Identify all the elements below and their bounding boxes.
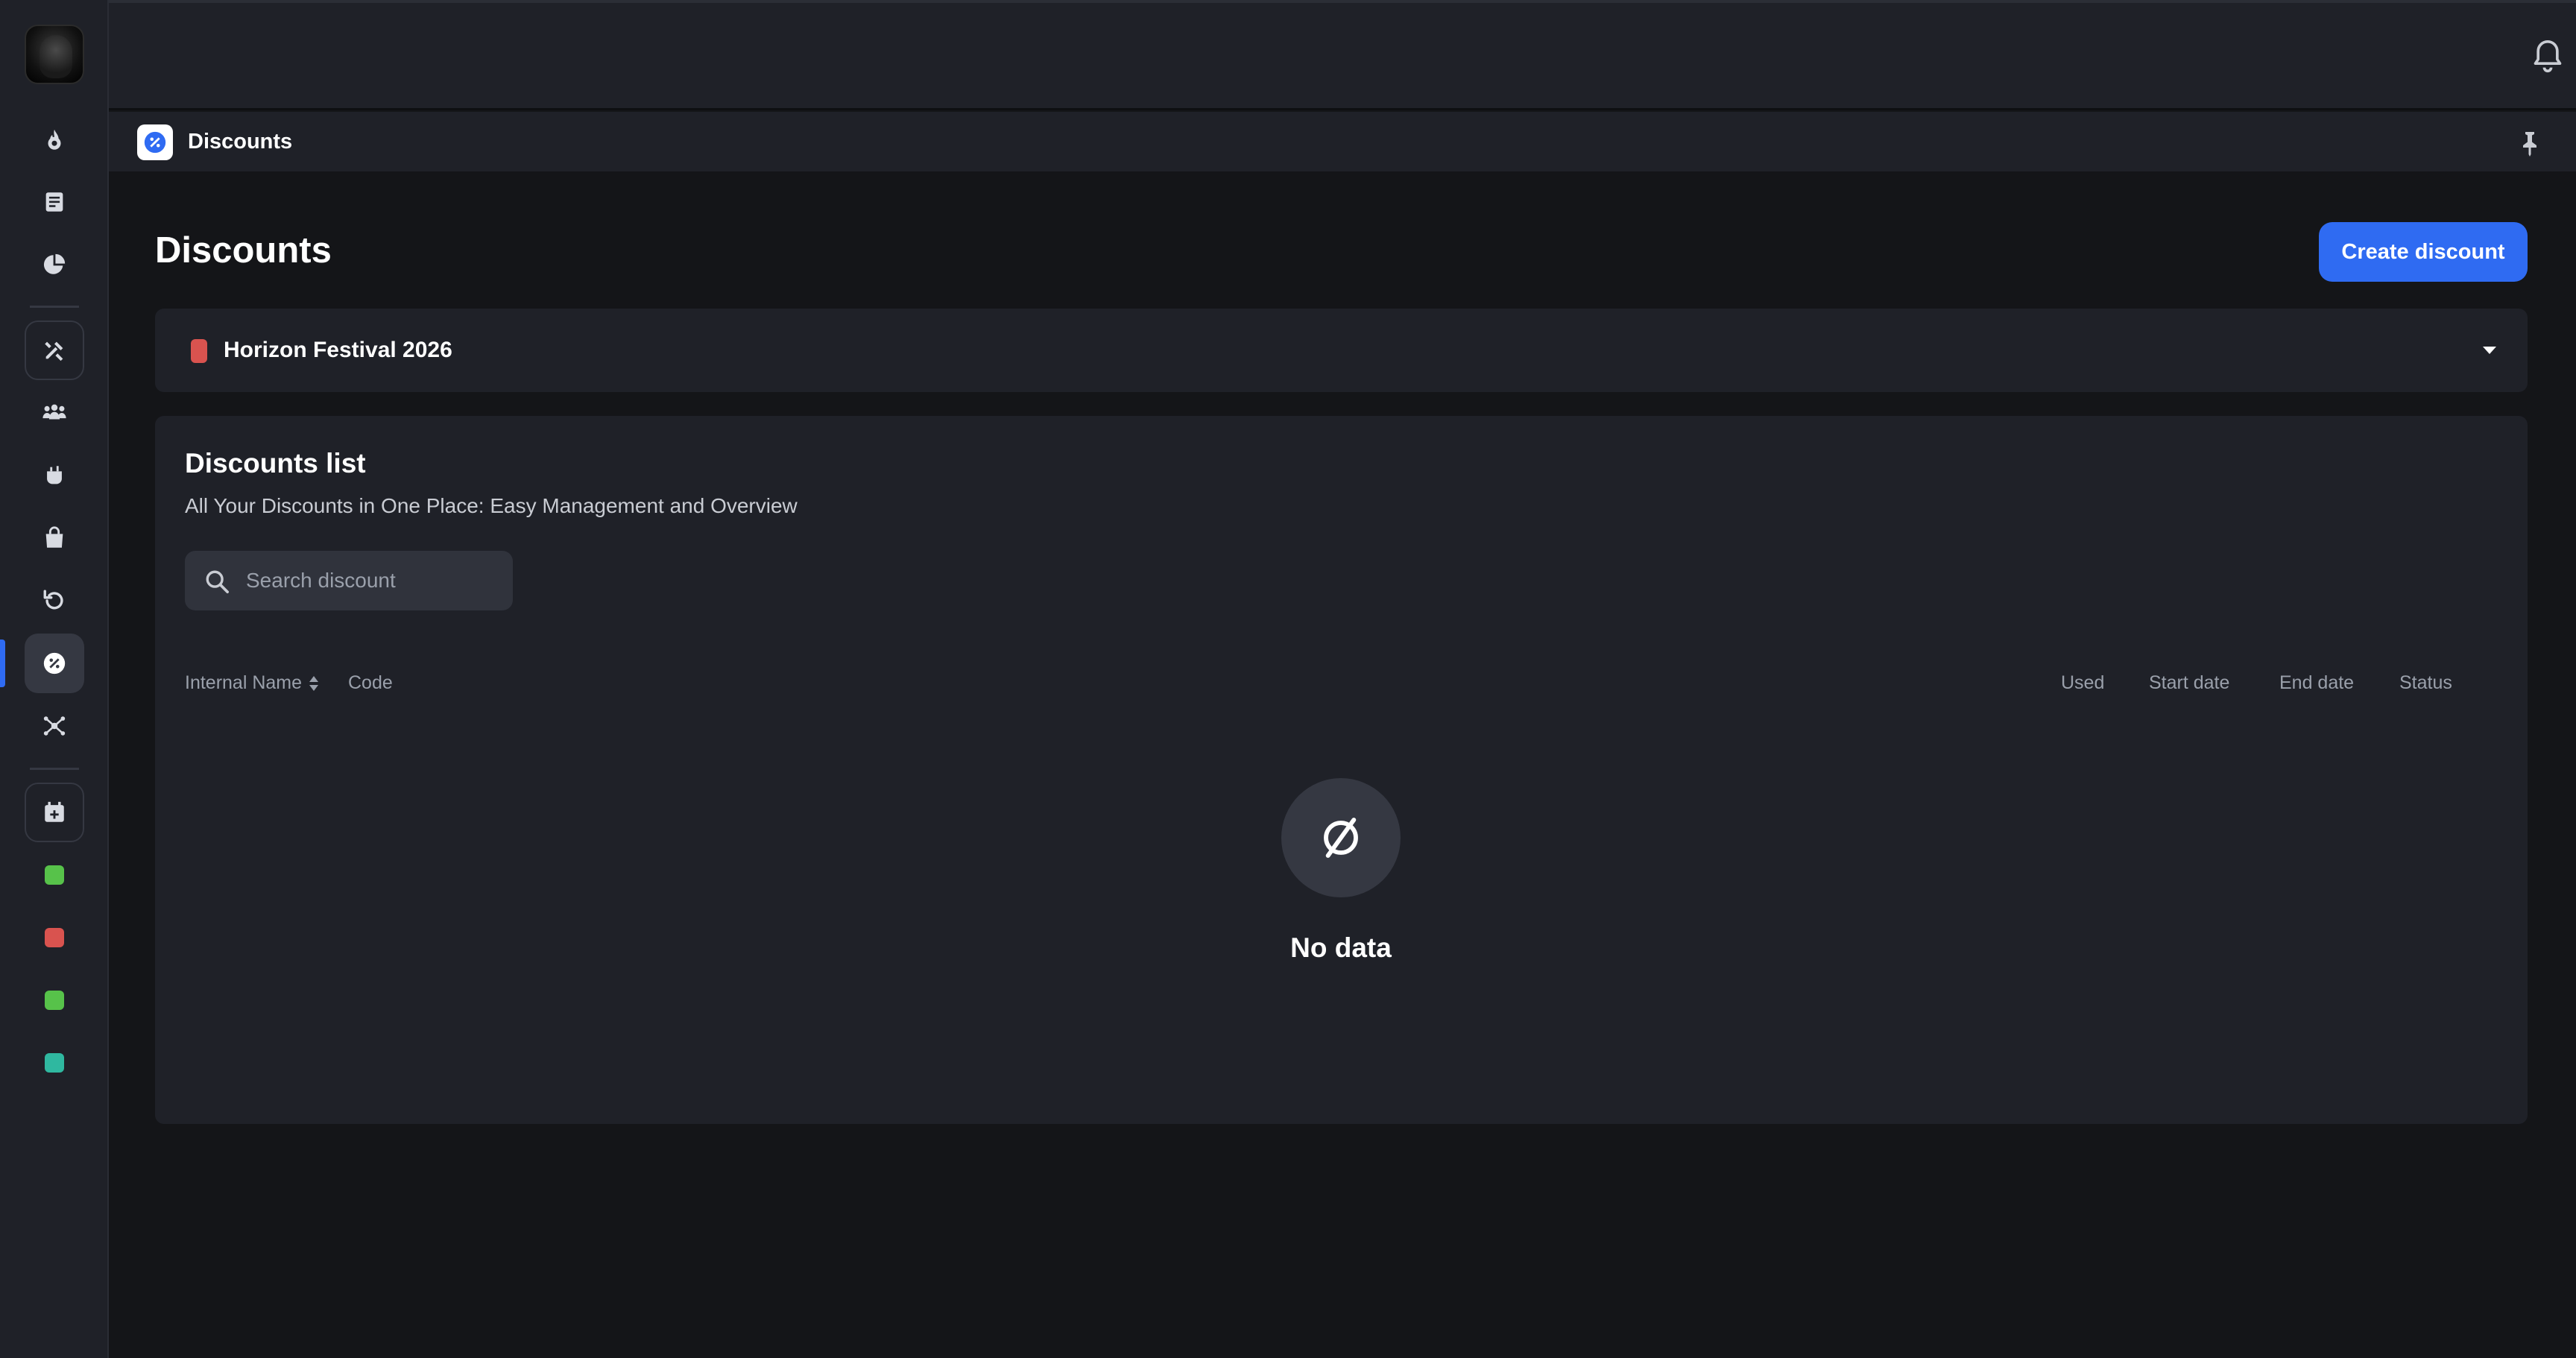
app-logo[interactable] [25, 25, 84, 84]
sidebar-item-refunds[interactable] [25, 571, 84, 631]
event-color-swatch [191, 339, 207, 363]
sidebar-item-discounts[interactable] [25, 634, 84, 693]
sidebar-divider [30, 306, 79, 308]
undo-icon [43, 590, 63, 610]
cocktail-icon [47, 466, 62, 484]
pin-icon[interactable] [2516, 128, 2543, 158]
active-indicator [0, 639, 5, 687]
pie-chart-icon [43, 253, 66, 274]
flame-icon [48, 129, 61, 150]
event-select[interactable]: Horizon Festival 2026 [155, 309, 2528, 392]
network-icon [43, 716, 66, 736]
event-color-dot [45, 928, 64, 947]
column-header-status: Status [2399, 672, 2452, 693]
empty-state-text: No data [1290, 932, 1392, 963]
event-select-value: Horizon Festival 2026 [224, 338, 452, 362]
sidebar-item-orders[interactable] [25, 172, 84, 232]
calendar-add-icon [45, 801, 64, 822]
event-color-dot [45, 1053, 64, 1073]
search-input[interactable] [244, 551, 498, 610]
sidebar-item-shop[interactable] [25, 508, 84, 568]
discounts-list-panel: Discounts list All Your Discounts in One… [155, 416, 2528, 1124]
column-header-code: Code [348, 672, 393, 693]
page-title: Discounts [155, 230, 332, 271]
sidebar-event-2[interactable] [25, 908, 84, 967]
empty-set-icon [1324, 818, 1358, 858]
empty-state-icon-wrapper [1281, 778, 1401, 897]
discount-badge-icon [43, 652, 66, 675]
breadcrumb: Discounts [109, 112, 2576, 171]
event-color-dot [45, 865, 64, 885]
column-header-internal-name[interactable]: Internal Name [185, 672, 320, 694]
sidebar-item-add-event[interactable] [25, 783, 84, 842]
list-subtitle: All Your Discounts in One Place: Easy Ma… [185, 494, 798, 517]
column-header-label: Internal Name [185, 672, 303, 693]
sidebar-item-reports[interactable] [25, 235, 84, 294]
search-box[interactable] [185, 551, 513, 610]
sidebar-item-bar[interactable] [25, 446, 84, 505]
sidebar-item-attendees[interactable] [25, 383, 84, 443]
tools-icon [45, 341, 63, 361]
sidebar-item-tools[interactable] [25, 320, 84, 380]
sidebar-item-integrations[interactable] [25, 696, 84, 756]
sort-icon[interactable] [308, 674, 320, 693]
users-icon [42, 404, 66, 420]
sidebar-event-4[interactable] [25, 1033, 84, 1093]
sidebar-item-dashboard[interactable] [25, 110, 84, 170]
event-color-dot [45, 991, 64, 1010]
top-bar [109, 0, 2576, 110]
caret-down-icon [2483, 347, 2496, 354]
column-header-used: Used [2061, 672, 2105, 693]
sidebar-divider [30, 768, 79, 770]
shopping-bag-icon [45, 526, 63, 548]
create-discount-button[interactable]: Create discount [2319, 222, 2528, 282]
sidebar [0, 0, 109, 1358]
discount-badge-icon [137, 124, 173, 160]
receipt-icon [45, 192, 63, 212]
breadcrumb-title: Discounts [188, 130, 293, 154]
column-header-start-date: Start date [2149, 672, 2230, 693]
sidebar-event-3[interactable] [25, 970, 84, 1030]
column-header-end-date: End date [2279, 672, 2355, 693]
list-title: Discounts list [185, 448, 366, 479]
sidebar-event-1[interactable] [25, 845, 84, 905]
bell-icon[interactable] [2531, 37, 2564, 76]
search-icon [206, 570, 230, 594]
